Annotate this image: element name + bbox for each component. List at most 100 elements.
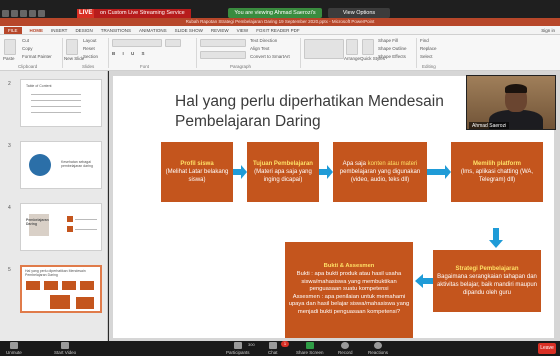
shape-effects-button[interactable]: Shape Effects	[378, 54, 406, 59]
tab-foxit[interactable]: FOXIT READER PDF	[256, 28, 299, 33]
font-name-box[interactable]	[112, 39, 162, 47]
cut-button[interactable]: Cut	[22, 38, 29, 43]
tab-insert[interactable]: INSERT	[51, 28, 67, 33]
slideshow-icon[interactable]	[29, 10, 36, 17]
speaker-name-label: Ahmad Saerozi	[469, 122, 510, 129]
video-camera-icon	[61, 342, 70, 349]
paste-icon[interactable]	[4, 39, 16, 55]
font-style-buttons[interactable]: B I U S	[112, 51, 148, 56]
chat-button[interactable]: Chat 1	[268, 341, 289, 355]
screen: LIVE on Custom Live Streaming Service Yo…	[0, 0, 560, 356]
text-direction-button[interactable]: Text Direction	[250, 38, 277, 43]
record-button[interactable]: Record	[338, 342, 353, 355]
viewing-screen-banner: You are viewing Ahmad Saerozi's screen	[228, 8, 322, 26]
start-video-button[interactable]: Start Video	[54, 342, 76, 355]
replace-button[interactable]: Replace	[420, 46, 437, 51]
view-options-button[interactable]: View Options	[328, 8, 390, 18]
slide-thumbnail-3[interactable]: Kesehatan sebagai pembelajaran daring	[20, 141, 102, 189]
find-button[interactable]: Find	[420, 38, 429, 43]
redo-icon[interactable]	[20, 10, 27, 17]
slide-thumbnail-5[interactable]: Hal yang perlu diperhatikan Mendesain Pe…	[20, 265, 102, 313]
share-screen-icon	[305, 342, 314, 349]
arrange-icon[interactable]	[346, 39, 358, 55]
paragraph-group-label: Paragraph	[230, 64, 252, 69]
live-stream-menu[interactable]: on Custom Live Streaming Service	[94, 9, 191, 18]
thumbnail-title: Hal yang perlu diperhatikan Mendesain Pe…	[25, 269, 86, 277]
thumbnail-title: Kesehatan sebagai pembelajaran daring	[61, 160, 93, 168]
tab-slide-show[interactable]: SLIDE SHOW	[175, 28, 203, 33]
mini-box	[80, 281, 94, 290]
bullets-icon[interactable]	[200, 39, 246, 47]
copy-button[interactable]: Copy	[22, 46, 33, 51]
reset-button[interactable]: Reset	[83, 46, 95, 51]
chat-label: Chat	[268, 350, 278, 355]
thumbnail-number: 5	[8, 267, 11, 273]
tab-home[interactable]: HOME	[30, 28, 44, 33]
quick-styles-icon[interactable]	[362, 39, 374, 55]
mini-box	[44, 281, 58, 290]
ribbon-separator	[196, 38, 197, 68]
thumbnail-line	[31, 100, 81, 101]
thumbnail-title: Table of Content	[26, 84, 52, 88]
shape-fill-button[interactable]: Shape Fill	[378, 38, 398, 43]
microphone-icon	[9, 342, 18, 349]
ribbon-separator	[108, 38, 109, 68]
layout-button[interactable]: Layout	[83, 38, 97, 43]
bullet-icon	[67, 216, 73, 222]
save-icon[interactable]	[2, 10, 9, 17]
shape-outline-button[interactable]: Shape Outline	[378, 46, 407, 51]
thumbnail-line	[31, 94, 81, 95]
slide-thumbnail-2[interactable]: Table of Content	[20, 79, 102, 127]
slide-thumbnail-pane: 2 Table of Content 3 Kesehatan sebagai p…	[0, 71, 108, 341]
reactions-button[interactable]: Reactions	[368, 342, 388, 355]
mini-box	[26, 281, 40, 290]
slides-group-label: Slides	[82, 64, 95, 69]
participants-icon	[233, 342, 242, 349]
tab-review[interactable]: REVIEW	[211, 28, 229, 33]
alignment-icon[interactable]	[200, 51, 246, 59]
share-screen-label: Share Screen	[296, 350, 324, 355]
ppt-window-title: Rubah Rapotan Strategi Pembelajaran Dari…	[0, 18, 560, 26]
new-slide-label: New Slide	[64, 56, 85, 61]
record-label: Record	[338, 350, 353, 355]
speaker-video[interactable]: Ahmad Saerozi	[466, 75, 556, 130]
arrow-down	[489, 228, 503, 248]
tab-file[interactable]: FILE	[4, 26, 22, 34]
tab-transitions[interactable]: TRANSITIONS	[101, 28, 131, 33]
unmute-button[interactable]: Unmute	[6, 342, 22, 355]
thumbnail-line	[75, 229, 97, 230]
align-text-button[interactable]: Align Text	[250, 46, 269, 51]
share-screen-button[interactable]: Share Screen	[296, 342, 324, 355]
arrow-right-1	[233, 165, 247, 179]
tab-design[interactable]: DESIGN	[75, 28, 92, 33]
tab-view[interactable]: VIEW	[237, 28, 249, 33]
face-icon	[29, 154, 51, 176]
sign-in-link[interactable]: Sign in	[541, 28, 555, 33]
ribbon-tabs: FILE HOME INSERT DESIGN TRANSITIONS ANIM…	[0, 26, 560, 35]
customize-icon[interactable]	[38, 10, 45, 17]
leave-button[interactable]: Leave	[538, 343, 556, 354]
new-slide-icon[interactable]	[66, 39, 78, 55]
participants-button[interactable]: Participants 300	[226, 342, 255, 355]
font-size-box[interactable]	[165, 39, 181, 47]
select-button[interactable]: Select	[420, 54, 433, 59]
speaker-figure	[505, 84, 527, 93]
thumbnail-title: Pembelajaran Daring	[26, 218, 49, 226]
meeting-top-bar: LIVE on Custom Live Streaming Service Yo…	[0, 0, 560, 26]
format-painter-button[interactable]: Format Painter	[22, 54, 52, 59]
slide-thumbnail-4[interactable]: Pembelajaran Daring	[20, 203, 102, 251]
arrange-label: Arrange	[344, 56, 361, 61]
convert-smartart-button[interactable]: Convert to SmartArt	[250, 54, 290, 59]
section-button[interactable]: Section	[83, 54, 98, 59]
arrow-right-2	[319, 165, 333, 179]
shapes-gallery[interactable]	[304, 39, 344, 59]
editing-group-label: Editing	[422, 64, 436, 69]
ribbon-separator	[62, 38, 63, 68]
tab-animations[interactable]: ANIMATIONS	[139, 28, 167, 33]
meeting-toolbar: Unmute Start Video Participants 300 Chat…	[0, 341, 560, 356]
thumbnail-line	[75, 219, 97, 220]
font-group-label: Font	[140, 64, 150, 69]
clipboard-group-label: Clipboard	[18, 64, 38, 69]
undo-icon[interactable]	[11, 10, 18, 17]
bullet-icon	[67, 226, 73, 232]
